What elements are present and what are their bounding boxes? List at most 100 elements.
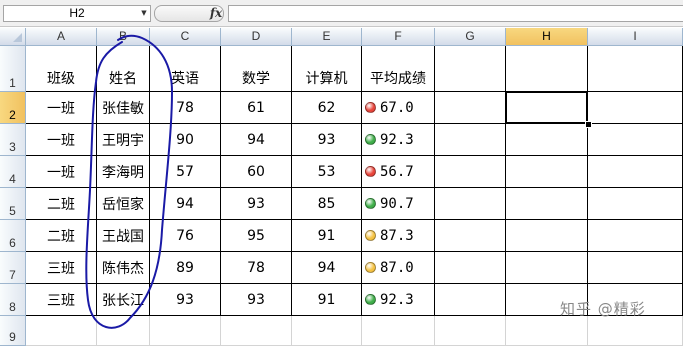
average-score-cell[interactable]: 92.3: [362, 124, 435, 156]
computer-cell[interactable]: 91: [292, 284, 362, 316]
class-cell[interactable]: 三班: [26, 284, 97, 316]
insert-function-icon[interactable]: fx: [208, 5, 224, 22]
empty-cell[interactable]: [435, 46, 506, 92]
class-cell[interactable]: 一班: [26, 92, 97, 124]
computer-cell[interactable]: 62: [292, 92, 362, 124]
empty-cell[interactable]: [435, 252, 506, 284]
row-header-2[interactable]: 2: [0, 92, 26, 124]
column-header-b[interactable]: B: [97, 28, 150, 46]
average-score-cell[interactable]: 92.3: [362, 284, 435, 316]
empty-cell[interactable]: [435, 220, 506, 252]
empty-cell[interactable]: [362, 316, 435, 346]
column-header-e[interactable]: E: [292, 28, 362, 46]
column-header-c[interactable]: C: [150, 28, 221, 46]
english-cell[interactable]: 94: [150, 188, 221, 220]
empty-cell[interactable]: [588, 316, 683, 346]
empty-cell[interactable]: [150, 316, 221, 346]
empty-cell[interactable]: [221, 316, 292, 346]
computer-cell[interactable]: 94: [292, 252, 362, 284]
empty-cell[interactable]: [435, 316, 506, 346]
fill-handle[interactable]: [585, 121, 592, 128]
row-header-3[interactable]: 3: [0, 124, 26, 156]
math-cell[interactable]: 60: [221, 156, 292, 188]
computer-cell[interactable]: 93: [292, 124, 362, 156]
math-cell[interactable]: 78: [221, 252, 292, 284]
empty-cell[interactable]: [506, 316, 588, 346]
english-cell[interactable]: 90: [150, 124, 221, 156]
english-cell[interactable]: 76: [150, 220, 221, 252]
name-cell[interactable]: 张长江: [97, 284, 150, 316]
name-cell[interactable]: 李海明: [97, 156, 150, 188]
empty-cell[interactable]: [588, 188, 683, 220]
empty-cell[interactable]: [292, 316, 362, 346]
select-all-corner[interactable]: [0, 28, 26, 46]
empty-cell[interactable]: [435, 156, 506, 188]
class-cell[interactable]: 一班: [26, 156, 97, 188]
average-score-cell[interactable]: 87.0: [362, 252, 435, 284]
empty-cell[interactable]: [506, 188, 588, 220]
empty-cell[interactable]: [506, 156, 588, 188]
name-cell[interactable]: 张佳敏: [97, 92, 150, 124]
empty-cell[interactable]: [26, 316, 97, 346]
column-header-g[interactable]: G: [435, 28, 506, 46]
average-score-cell[interactable]: 90.7: [362, 188, 435, 220]
math-cell[interactable]: 61: [221, 92, 292, 124]
name-cell[interactable]: 王战国: [97, 220, 150, 252]
empty-cell[interactable]: [506, 46, 588, 92]
empty-cell[interactable]: [506, 252, 588, 284]
empty-cell[interactable]: [506, 220, 588, 252]
table-header-cell[interactable]: 平均成绩: [362, 46, 435, 92]
empty-cell[interactable]: [588, 46, 683, 92]
row-header-5[interactable]: 5: [0, 188, 26, 220]
class-cell[interactable]: 二班: [26, 220, 97, 252]
name-box[interactable]: H2: [3, 5, 151, 22]
column-header-h[interactable]: H: [506, 28, 588, 46]
math-cell[interactable]: 93: [221, 284, 292, 316]
name-cell[interactable]: 岳恒家: [97, 188, 150, 220]
average-score-cell[interactable]: 67.0: [362, 92, 435, 124]
computer-cell[interactable]: 85: [292, 188, 362, 220]
math-cell[interactable]: 94: [221, 124, 292, 156]
empty-cell[interactable]: [588, 220, 683, 252]
empty-cell[interactable]: [435, 188, 506, 220]
empty-cell[interactable]: [588, 124, 683, 156]
english-cell[interactable]: 93: [150, 284, 221, 316]
name-cell[interactable]: 王明宇: [97, 124, 150, 156]
column-header-d[interactable]: D: [221, 28, 292, 46]
english-cell[interactable]: 78: [150, 92, 221, 124]
computer-cell[interactable]: 91: [292, 220, 362, 252]
class-cell[interactable]: 三班: [26, 252, 97, 284]
table-header-cell[interactable]: 数学: [221, 46, 292, 92]
table-header-cell[interactable]: 姓名: [97, 46, 150, 92]
empty-cell[interactable]: [506, 124, 588, 156]
selected-cell-h2[interactable]: [505, 91, 588, 124]
english-cell[interactable]: 89: [150, 252, 221, 284]
table-header-cell[interactable]: 英语: [150, 46, 221, 92]
name-cell[interactable]: 陈伟杰: [97, 252, 150, 284]
computer-cell[interactable]: 53: [292, 156, 362, 188]
column-header-i[interactable]: I: [588, 28, 683, 46]
row-header-6[interactable]: 6: [0, 220, 26, 252]
row-header-4[interactable]: 4: [0, 156, 26, 188]
math-cell[interactable]: 95: [221, 220, 292, 252]
empty-cell[interactable]: [435, 284, 506, 316]
empty-cell[interactable]: [435, 92, 506, 124]
column-header-a[interactable]: A: [26, 28, 97, 46]
table-header-cell[interactable]: 计算机: [292, 46, 362, 92]
average-score-cell[interactable]: 56.7: [362, 156, 435, 188]
class-cell[interactable]: 二班: [26, 188, 97, 220]
formula-input[interactable]: [228, 5, 683, 22]
row-header-8[interactable]: 8: [0, 284, 26, 316]
english-cell[interactable]: 57: [150, 156, 221, 188]
empty-cell[interactable]: [97, 316, 150, 346]
row-header-1[interactable]: 1: [0, 46, 26, 92]
row-header-7[interactable]: 7: [0, 252, 26, 284]
class-cell[interactable]: 一班: [26, 124, 97, 156]
empty-cell[interactable]: [588, 252, 683, 284]
math-cell[interactable]: 93: [221, 188, 292, 220]
empty-cell[interactable]: [588, 156, 683, 188]
table-header-cell[interactable]: 班级: [26, 46, 97, 92]
chevron-down-icon[interactable]: ▼: [137, 5, 151, 22]
empty-cell[interactable]: [435, 124, 506, 156]
column-header-f[interactable]: F: [362, 28, 435, 46]
